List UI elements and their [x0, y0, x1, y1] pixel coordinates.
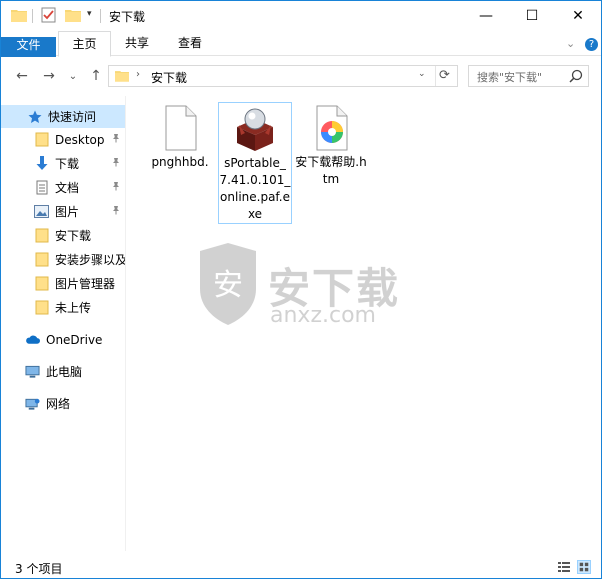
ribbon-tabs: 文件 主页 共享 查看 ⌄ ? — [1, 31, 601, 62]
pin-icon[interactable] — [111, 205, 121, 218]
nav-item-documents[interactable]: 文档 — [1, 176, 125, 199]
network-icon — [25, 396, 40, 411]
refresh-button[interactable]: ⟳ — [435, 66, 453, 86]
nav-item-label: 此电脑 — [46, 365, 83, 379]
nav-item-pictures[interactable]: 图片 — [1, 200, 125, 223]
qat-dropdown-icon[interactable]: ▾ — [87, 9, 97, 21]
nav-this-pc[interactable]: 此电脑 — [1, 360, 125, 383]
file-item[interactable]: pnghhbd. — [143, 102, 217, 171]
nav-item-downloads[interactable]: 下载 — [1, 152, 125, 175]
details-view-icon[interactable] — [557, 560, 571, 574]
nav-item-label: 安装步骤以及 — [55, 253, 125, 267]
folder-icon[interactable] — [11, 8, 27, 22]
folder-icon — [34, 252, 49, 267]
browser-file-icon — [316, 105, 348, 151]
folder-icon — [34, 276, 49, 291]
nav-network[interactable]: 网络 — [1, 392, 125, 415]
nav-item-not-uploaded[interactable]: 未上传 — [1, 296, 125, 319]
pin-icon[interactable] — [111, 157, 121, 170]
pin-icon[interactable] — [111, 133, 121, 146]
folder-icon — [34, 228, 49, 243]
search-icon[interactable] — [569, 69, 583, 83]
new-folder-icon[interactable] — [65, 8, 81, 22]
nav-onedrive[interactable]: OneDrive — [1, 328, 125, 351]
tab-share[interactable]: 共享 — [112, 31, 162, 56]
installer-box-icon — [237, 108, 273, 151]
recent-locations-button[interactable]: ⌄ — [63, 66, 83, 86]
qat-separator — [100, 9, 101, 23]
svg-text:安: 安 — [213, 268, 243, 303]
up-button[interactable]: ↑ — [86, 66, 106, 86]
tab-view[interactable]: 查看 — [164, 31, 216, 56]
document-icon — [34, 180, 49, 195]
nav-item-label: 图片管理器 — [55, 277, 116, 291]
address-bar[interactable]: › 安下载 ⌄ ⟳ — [108, 65, 458, 87]
navigation-pane: 快速访问 Desktop 下载 文档 图片 安下载 安装步骤以及 图片管理器 未… — [1, 96, 126, 551]
explorer-window: ▾ 安下载 — ☐ ✕ 文件 主页 共享 查看 ⌄ ? ← → ⌄ ↑ › 安下… — [0, 0, 602, 579]
tab-home[interactable]: 主页 — [58, 31, 111, 57]
folder-icon — [34, 300, 49, 315]
nav-item-label: OneDrive — [46, 332, 103, 347]
address-dropdown-icon[interactable]: ⌄ — [418, 69, 426, 79]
computer-icon — [25, 364, 40, 379]
maximize-button[interactable]: ☐ — [509, 1, 555, 31]
cloud-icon — [25, 332, 40, 347]
nav-item-label: 网络 — [46, 397, 71, 411]
close-button[interactable]: ✕ — [555, 1, 601, 31]
file-name: pnghhbd. — [151, 155, 209, 169]
download-icon — [34, 156, 49, 171]
blank-file-icon — [165, 105, 197, 151]
nav-item-picture-manager[interactable]: 图片管理器 — [1, 272, 125, 295]
nav-item-label: Desktop — [55, 132, 105, 147]
nav-item-label: 图片 — [55, 205, 80, 219]
qat-separator — [32, 9, 33, 23]
breadcrumb-current[interactable]: 安下载 — [151, 69, 187, 86]
back-button[interactable]: ← — [12, 66, 32, 86]
ribbon-expand-icon[interactable]: ⌄ — [566, 37, 575, 50]
file-item[interactable]: sPortable_7.41.0.101_online.paf.exe — [218, 102, 292, 224]
navigation-bar: ← → ⌄ ↑ › 安下载 ⌄ ⟳ 搜索"安下载" — [1, 57, 601, 95]
folder-icon — [34, 132, 49, 147]
file-item[interactable]: 安下载帮助.htm — [294, 102, 368, 188]
nav-item-label: 未上传 — [55, 301, 92, 315]
file-name: 安下载帮助.htm — [295, 155, 367, 186]
forward-button[interactable]: → — [39, 66, 59, 86]
search-box[interactable]: 搜索"安下载" — [468, 65, 589, 87]
nav-quick-access[interactable]: 快速访问 — [1, 105, 125, 128]
nav-item-label: 快速访问 — [48, 110, 97, 124]
help-icon[interactable]: ? — [585, 38, 598, 51]
status-bar: 3 个项目 — [1, 557, 601, 578]
minimize-button[interactable]: — — [463, 1, 509, 31]
nav-item-label: 下载 — [55, 157, 80, 171]
nav-item-desktop[interactable]: Desktop — [1, 128, 125, 151]
star-icon — [27, 109, 42, 124]
pin-icon[interactable] — [111, 181, 121, 194]
nav-item-anxz[interactable]: 安下载 — [1, 224, 125, 247]
picture-icon — [34, 204, 49, 219]
nav-item-label: 文档 — [55, 181, 80, 195]
breadcrumb-chevron-icon[interactable]: › — [136, 69, 140, 80]
window-title: 安下载 — [109, 10, 146, 24]
nav-item-install-steps[interactable]: 安装步骤以及 — [1, 248, 125, 271]
properties-icon[interactable] — [41, 7, 57, 23]
shield-icon: 安 — [200, 243, 256, 325]
title-bar: ▾ 安下载 — ☐ ✕ — [1, 1, 601, 31]
nav-item-label: 安下载 — [55, 229, 92, 243]
file-list[interactable]: pnghhbd. sPortable_7.41.0.101_online.paf… — [127, 96, 601, 551]
file-name: sPortable_7.41.0.101_online.paf.exe — [219, 156, 291, 221]
watermark-en-text: anxz.com — [270, 303, 376, 328]
folder-icon — [115, 71, 129, 82]
item-count: 3 个项目 — [15, 562, 63, 576]
watermark-logo: 安 安下载 anxz.com — [194, 237, 409, 332]
search-input[interactable]: 搜索"安下载" — [477, 69, 542, 85]
large-icons-view-icon[interactable] — [577, 560, 591, 574]
